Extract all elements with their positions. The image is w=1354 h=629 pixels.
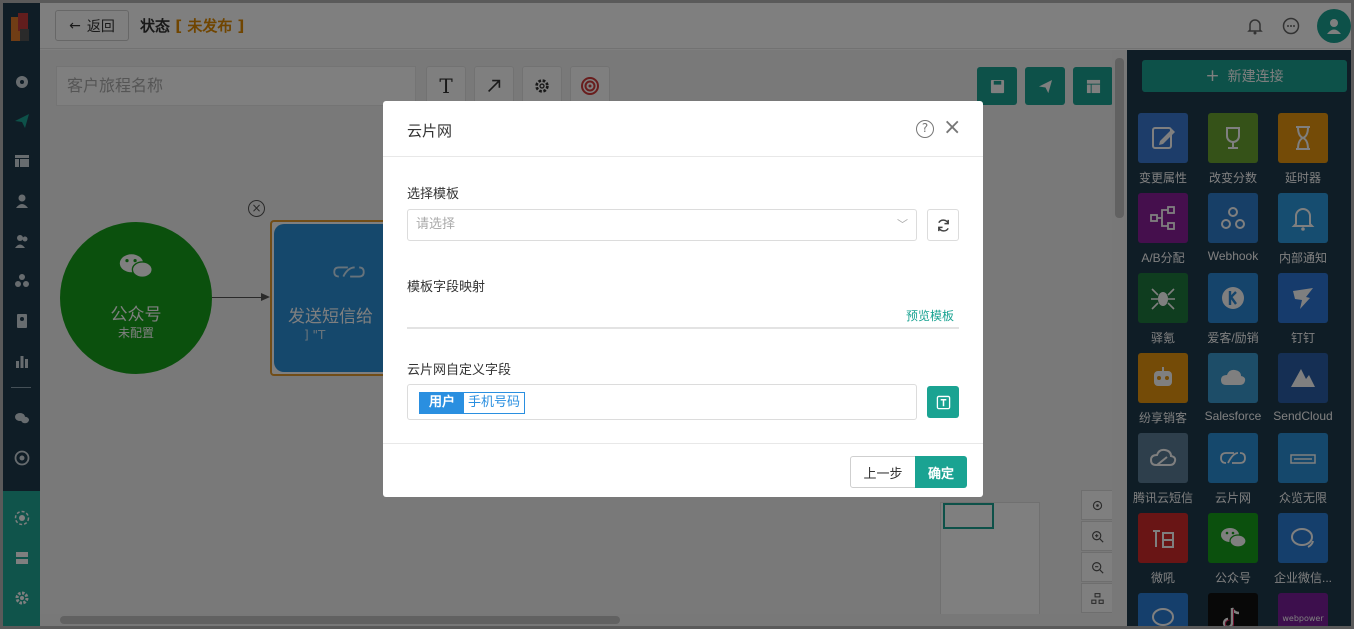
close-icon[interactable]: × (943, 117, 961, 139)
refresh-icon (937, 218, 949, 232)
dialog-header: 云片网 ? × (383, 101, 983, 157)
preview-template-link[interactable]: 预览模板 (906, 307, 954, 324)
confirm-button[interactable]: 确定 (915, 456, 967, 488)
custom-field-label: 云片网自定义字段 (407, 363, 512, 378)
previous-step-button[interactable]: 上一步 (850, 456, 916, 488)
template-label: 选择模板 (407, 187, 460, 202)
chevron-down-icon: ﹀ (897, 218, 908, 231)
template-select-placeholder: 请选择 (416, 217, 456, 232)
mapping-divider (407, 327, 959, 329)
dialog-title: 云片网 (407, 122, 453, 140)
modal-overlay[interactable]: 云片网 ? × 选择模板 请选择 ﹀ 模板字段映射 预览模板 云片网自定义字段 … (3, 3, 1351, 626)
app-window: ← 返回 状态 [ 未发布 ] 客户旅程名称 T (3, 3, 1351, 626)
field-tag[interactable]: 用户 手机号码 (419, 392, 526, 414)
field-tag-value: 手机号码 (464, 393, 525, 413)
mapping-label: 模板字段映射 (407, 280, 486, 295)
refresh-templates-button[interactable] (927, 209, 959, 241)
text-insert-icon (936, 395, 950, 409)
dialog-footer: 上一步 确定 (383, 443, 983, 497)
insert-field-button[interactable] (927, 386, 959, 418)
help-icon[interactable]: ? (916, 120, 934, 138)
field-tag-key: 用户 (420, 393, 465, 413)
template-select[interactable]: 请选择 ﹀ (407, 209, 917, 241)
custom-field-input[interactable]: 用户 手机号码 (407, 384, 917, 420)
yunpian-config-dialog: 云片网 ? × 选择模板 请选择 ﹀ 模板字段映射 预览模板 云片网自定义字段 … (383, 101, 983, 497)
